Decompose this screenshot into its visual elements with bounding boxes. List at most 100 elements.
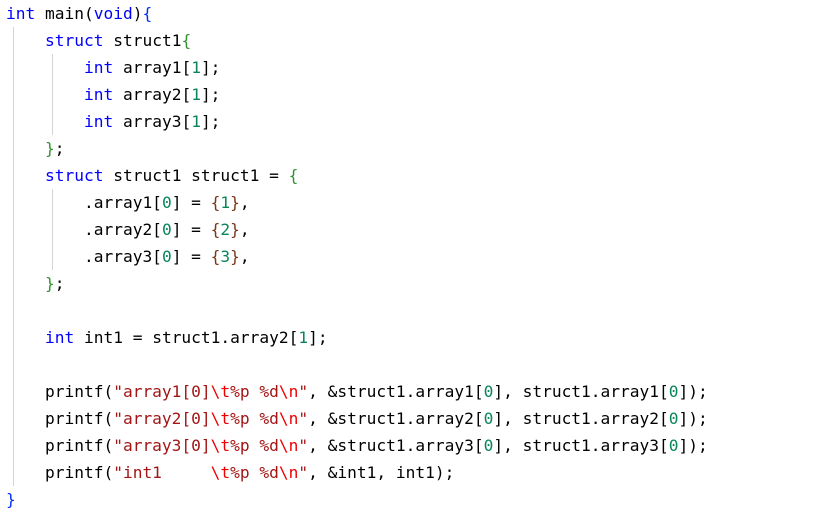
code-token: ]); <box>678 409 708 428</box>
code-token: , &struct1.array1[ <box>308 382 484 401</box>
code-token: int <box>6 4 36 23</box>
code-token: " <box>298 409 309 428</box>
code-line[interactable]: int int1 = struct1.array2[1]; <box>6 324 328 351</box>
code-line[interactable]: int array2[1]; <box>6 81 220 108</box>
code-token: array1[ <box>113 58 192 77</box>
code-token: 0 <box>483 382 494 401</box>
code-line[interactable]: printf("int1 \t%p %d\n", &int1, int1); <box>6 459 454 486</box>
code-token: \t <box>210 409 231 428</box>
code-token: 1 <box>191 58 201 77</box>
code-token: struct1 <box>103 31 182 50</box>
code-token: } <box>6 490 16 509</box>
code-token: "int1 <box>113 463 211 482</box>
code-token: ]; <box>200 85 221 104</box>
code-token: } <box>44 139 55 158</box>
code-token: int <box>83 85 114 104</box>
code-token: 1 <box>191 112 201 131</box>
code-token: ) <box>132 4 143 23</box>
code-token: , &struct1.array2[ <box>308 409 484 428</box>
code-line[interactable]: }; <box>6 135 65 162</box>
code-token: 0 <box>668 436 679 455</box>
code-token: 0 <box>668 382 679 401</box>
code-token: struct <box>44 31 104 50</box>
code-token: ]; <box>200 58 221 77</box>
code-token: array3[ <box>113 112 192 131</box>
code-token: .array2[ <box>6 220 162 239</box>
code-token: 0 <box>161 247 172 266</box>
code-token: int1 = struct1.array2[ <box>74 328 299 347</box>
code-token: } <box>44 274 55 293</box>
code-line[interactable]: .array2[0] = {2}, <box>6 216 250 243</box>
code-token: ] = <box>171 193 211 212</box>
code-token: \n <box>278 436 299 455</box>
code-token: \t <box>210 463 231 482</box>
code-token: "array3[0] <box>113 436 211 455</box>
code-token: , &struct1.array3[ <box>308 436 484 455</box>
code-token: " <box>298 436 309 455</box>
code-line[interactable]: .array3[0] = {3}, <box>6 243 250 270</box>
code-token: , &int1, int1); <box>308 463 455 482</box>
code-token: "array2[0] <box>113 409 211 428</box>
code-token: \t <box>210 382 231 401</box>
code-line[interactable]: }; <box>6 270 65 297</box>
code-token: int <box>83 58 114 77</box>
code-token: ]); <box>678 436 708 455</box>
code-token: .array3[ <box>6 247 162 266</box>
code-token: 0 <box>483 409 494 428</box>
code-token: " <box>298 463 309 482</box>
code-editor[interactable]: int main(void){ struct struct1{ int arra… <box>0 0 816 519</box>
code-token: 0 <box>161 193 172 212</box>
code-token: } <box>230 247 240 266</box>
code-token: ]; <box>308 328 328 347</box>
code-token: ; <box>54 139 65 158</box>
code-line[interactable]: struct struct1 struct1 = { <box>6 162 298 189</box>
code-line[interactable]: int array1[1]; <box>6 54 220 81</box>
code-token: %p %d <box>230 382 279 401</box>
code-token: 2 <box>220 220 231 239</box>
code-line[interactable]: printf("array1[0]\t%p %d\n", &struct1.ar… <box>6 378 708 405</box>
code-token: 0 <box>161 220 172 239</box>
code-token: " <box>298 382 309 401</box>
code-token: array2[ <box>113 85 192 104</box>
code-line[interactable]: .array1[0] = {1}, <box>6 189 250 216</box>
code-token: { <box>142 4 153 23</box>
code-token: .array1[ <box>6 193 162 212</box>
code-token: 1 <box>191 85 201 104</box>
code-line[interactable]: printf("array2[0]\t%p %d\n", &struct1.ar… <box>6 405 708 432</box>
code-token: ] = <box>171 220 211 239</box>
code-token: printf( <box>6 409 114 428</box>
code-token: ] = <box>171 247 211 266</box>
code-token: ], struct1.array1[ <box>493 382 669 401</box>
code-line[interactable]: } <box>6 486 16 513</box>
code-token: \n <box>278 382 299 401</box>
code-token: \n <box>278 409 299 428</box>
code-token: ], struct1.array3[ <box>493 436 669 455</box>
code-token: printf( <box>6 382 114 401</box>
code-token: } <box>230 220 240 239</box>
code-line[interactable]: struct struct1{ <box>6 27 191 54</box>
code-token: \t <box>210 436 231 455</box>
code-line[interactable]: int main(void){ <box>6 0 152 27</box>
code-token: void <box>93 4 133 23</box>
code-token: 0 <box>668 409 679 428</box>
code-token: } <box>230 193 240 212</box>
code-token: 3 <box>220 247 231 266</box>
code-line[interactable]: printf("array3[0]\t%p %d\n", &struct1.ar… <box>6 432 708 459</box>
code-token: %p %d <box>230 436 279 455</box>
code-line[interactable]: int array3[1]; <box>6 108 220 135</box>
code-token: { <box>210 220 221 239</box>
code-token: 1 <box>220 193 231 212</box>
code-token: , <box>239 247 250 266</box>
code-token: %p %d <box>230 409 279 428</box>
code-token: { <box>210 247 221 266</box>
code-token: printf( <box>6 463 114 482</box>
code-token: { <box>210 193 221 212</box>
code-token: struct <box>44 166 104 185</box>
code-token: { <box>181 31 192 50</box>
